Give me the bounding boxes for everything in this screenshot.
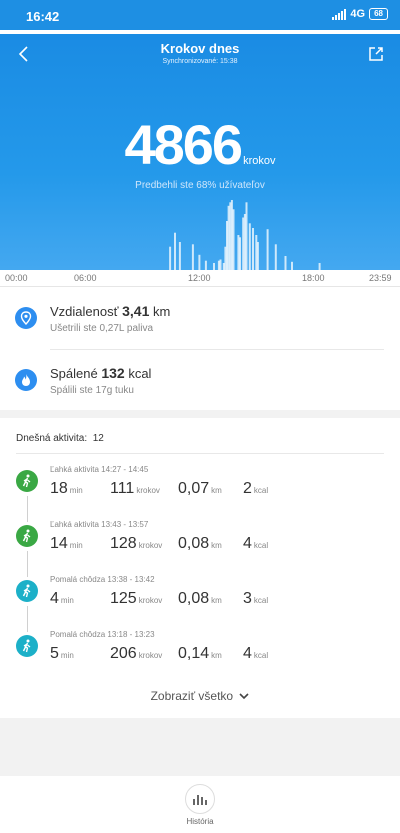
- status-bar: 16:42 4G 68: [0, 0, 400, 30]
- activity-values: 14 min 128 krokov 0,08 km 4 kcal: [50, 535, 370, 555]
- calories-value: 132: [101, 365, 125, 381]
- runner-icon: [16, 470, 38, 492]
- activity-distance: 0,08 km: [178, 535, 222, 552]
- activity-values: 18 min 111 krokov 0,07 km 2 kcal: [50, 480, 370, 500]
- share-icon: [369, 47, 383, 61]
- chart-bar: [318, 263, 321, 270]
- chart-bar: [239, 237, 241, 270]
- activity-card: Dnešná aktivita: 12 Ľahká aktivita 14:27…: [0, 418, 400, 718]
- activity-count: 12: [92, 433, 104, 444]
- walker-icon: [16, 635, 38, 657]
- axis-tick: 00:00: [5, 273, 28, 283]
- calories-title: Spálené 132 kcal: [50, 365, 152, 381]
- chart-bar: [266, 229, 269, 270]
- status-time: 16:42: [26, 9, 60, 24]
- steps-unit: krokov: [243, 155, 276, 167]
- activity-label: Ľahká aktivita 14:27 - 14:45: [50, 465, 149, 474]
- chart-bar: [256, 242, 259, 270]
- activity-item[interactable]: Pomalá chôdza 13:38 - 13:42 4 min 125 krokov…: [0, 574, 400, 624]
- activity-values: 4 min 125 krokov 0,08 km 3 kcal: [50, 590, 370, 610]
- activity-header: Dnešná aktivita: 12: [16, 433, 104, 444]
- chart-bar: [284, 256, 287, 270]
- activity-calories: 4 kcal: [243, 645, 269, 662]
- axis-tick: 23:59: [369, 273, 392, 283]
- signal-icon: [332, 8, 347, 20]
- activity-steps: 206 krokov: [110, 645, 163, 662]
- activity-steps: 125 krokov: [110, 590, 163, 607]
- activity-steps: 111 krokov: [110, 480, 160, 497]
- chevron-down-icon: [239, 693, 250, 700]
- activity-steps: 128 krokov: [110, 535, 163, 552]
- activity-distance: 0,14 km: [178, 645, 222, 662]
- location-pin-icon: [15, 307, 37, 329]
- metrics-card: Vzdialenosť 3,41 km Ušetrili ste 0,27L p…: [0, 287, 400, 410]
- distance-unit: km: [152, 304, 171, 319]
- show-all-button[interactable]: Zobraziť všetko: [0, 689, 400, 703]
- sync-status: Synchronizované: 15:38: [162, 58, 238, 65]
- header-divider: [0, 30, 400, 34]
- steps-value: 4866: [124, 113, 244, 176]
- activity-calories: 2 kcal: [243, 480, 269, 497]
- chart-bar: [169, 246, 172, 270]
- runner-icon: [16, 525, 38, 547]
- chart-bar: [252, 228, 254, 270]
- battery-icon: 68: [369, 8, 388, 20]
- axis-tick: 06:00: [74, 273, 97, 283]
- chart-bar: [219, 259, 222, 270]
- activity-item[interactable]: Pomalá chôdza 13:18 - 13:23 5 min 206 krokov…: [0, 629, 400, 679]
- chart-bar: [291, 261, 293, 270]
- bottom-bar: História: [0, 776, 400, 833]
- share-button[interactable]: [366, 44, 386, 64]
- steps-display: 4866 krokov: [0, 112, 400, 177]
- activity-minutes: 18 min: [50, 480, 83, 497]
- walker-icon: [16, 580, 38, 602]
- status-icons: 4G 68: [332, 8, 388, 20]
- chart-bar: [204, 260, 207, 270]
- chart-bar: [191, 244, 194, 270]
- activity-calories: 3 kcal: [243, 590, 269, 607]
- axis-tick: 18:00: [302, 273, 325, 283]
- activity-distance: 0,07 km: [178, 480, 222, 497]
- chart-bar: [232, 209, 235, 270]
- chart-bar: [174, 232, 176, 270]
- activity-minutes: 5 min: [50, 645, 74, 662]
- calories-unit: kcal: [128, 366, 152, 381]
- history-label: História: [186, 817, 214, 826]
- axis-tick: 12:00: [188, 273, 211, 283]
- activity-values: 5 min 206 krokov 0,14 km 4 kcal: [50, 645, 370, 665]
- distance-subtext: Ušetrili ste 0,27L paliva: [50, 323, 154, 334]
- activity-label: Ľahká aktivita 13:43 - 13:57: [50, 520, 149, 529]
- time-axis: 00:00 06:00 12:00 18:00 23:59: [0, 270, 400, 287]
- activity-item[interactable]: Ľahká aktivita 13:43 - 13:57 14 min 128 krok…: [0, 519, 400, 569]
- distance-value: 3,41: [122, 303, 150, 319]
- calories-subtext: Spálili ste 17g tuku: [50, 385, 134, 396]
- flame-icon: [15, 369, 37, 391]
- chart-bar: [274, 244, 277, 270]
- chart-bar: [213, 263, 215, 270]
- activity-label: Pomalá chôdza 13:38 - 13:42: [50, 575, 155, 584]
- chart-bar: [245, 202, 248, 270]
- divider: [50, 349, 384, 350]
- chart-bar: [248, 223, 251, 270]
- activity-distance: 0,08 km: [178, 590, 222, 607]
- divider: [16, 453, 384, 454]
- page-title: Krokov dnes: [160, 41, 240, 56]
- chart-bar: [178, 242, 181, 270]
- comparison-text: Predbehli ste 68% užívateľov: [135, 180, 265, 191]
- network-type: 4G: [350, 8, 366, 20]
- steps-chart: [169, 200, 321, 270]
- activity-minutes: 14 min: [50, 535, 83, 552]
- activity-calories: 4 kcal: [243, 535, 269, 552]
- activity-item[interactable]: Ľahká aktivita 14:27 - 14:45 18 min 111 krok…: [0, 464, 400, 514]
- activity-minutes: 4 min: [50, 590, 74, 607]
- chart-bar: [198, 254, 201, 270]
- history-button[interactable]: [185, 784, 215, 814]
- activity-label: Pomalá chôdza 13:18 - 13:23: [50, 630, 155, 639]
- distance-title: Vzdialenosť 3,41 km: [50, 303, 171, 319]
